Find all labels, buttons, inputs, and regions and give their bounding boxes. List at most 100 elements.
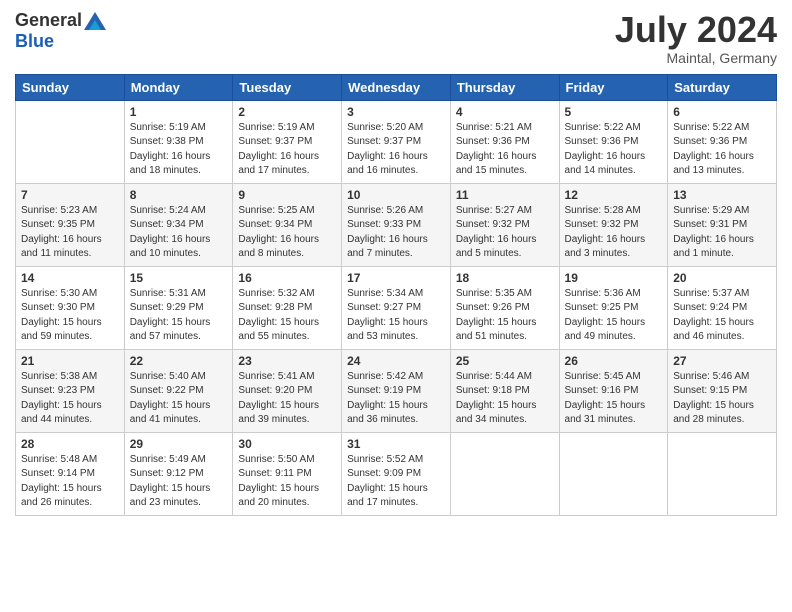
table-row: 6 Sunrise: 5:22 AM Sunset: 9:36 PM Daylig… — [668, 100, 777, 183]
col-saturday: Saturday — [668, 74, 777, 100]
table-row: 21 Sunrise: 5:38 AM Sunset: 9:23 PM Dayli… — [16, 349, 125, 432]
col-friday: Friday — [559, 74, 668, 100]
cell-content: Sunrise: 5:35 AM Sunset: 9:26 PM Dayligh… — [456, 287, 554, 345]
cell-content: Sunrise: 5:22 AM Sunset: 9:36 PM Dayligh… — [565, 121, 663, 179]
cell-content: Sunrise: 5:30 AM Sunset: 9:30 PM Dayligh… — [21, 287, 119, 345]
calendar-week-row: 21 Sunrise: 5:38 AM Sunset: 9:23 PM Dayli… — [16, 349, 777, 432]
day-number: 16 — [238, 271, 336, 285]
day-number: 24 — [347, 354, 445, 368]
day-number: 29 — [130, 437, 228, 451]
logo-blue-text: Blue — [15, 31, 54, 52]
cell-content: Sunrise: 5:46 AM Sunset: 9:15 PM Dayligh… — [673, 370, 771, 428]
day-number: 23 — [238, 354, 336, 368]
table-row: 23 Sunrise: 5:41 AM Sunset: 9:20 PM Dayli… — [233, 349, 342, 432]
cell-content: Sunrise: 5:45 AM Sunset: 9:16 PM Dayligh… — [565, 370, 663, 428]
table-row — [16, 100, 125, 183]
cell-content: Sunrise: 5:25 AM Sunset: 9:34 PM Dayligh… — [238, 204, 336, 262]
day-number: 25 — [456, 354, 554, 368]
table-row: 2 Sunrise: 5:19 AM Sunset: 9:37 PM Daylig… — [233, 100, 342, 183]
cell-content: Sunrise: 5:19 AM Sunset: 9:37 PM Dayligh… — [238, 121, 336, 179]
day-number: 26 — [565, 354, 663, 368]
table-row: 18 Sunrise: 5:35 AM Sunset: 9:26 PM Dayli… — [450, 266, 559, 349]
day-number: 9 — [238, 188, 336, 202]
day-number: 30 — [238, 437, 336, 451]
cell-content: Sunrise: 5:31 AM Sunset: 9:29 PM Dayligh… — [130, 287, 228, 345]
cell-content: Sunrise: 5:50 AM Sunset: 9:11 PM Dayligh… — [238, 453, 336, 511]
cell-content: Sunrise: 5:21 AM Sunset: 9:36 PM Dayligh… — [456, 121, 554, 179]
title-area: July 2024 Maintal, Germany — [615, 10, 777, 66]
cell-content: Sunrise: 5:26 AM Sunset: 9:33 PM Dayligh… — [347, 204, 445, 262]
table-row: 5 Sunrise: 5:22 AM Sunset: 9:36 PM Daylig… — [559, 100, 668, 183]
table-row: 9 Sunrise: 5:25 AM Sunset: 9:34 PM Daylig… — [233, 183, 342, 266]
cell-content: Sunrise: 5:41 AM Sunset: 9:20 PM Dayligh… — [238, 370, 336, 428]
day-number: 2 — [238, 105, 336, 119]
day-number: 4 — [456, 105, 554, 119]
day-number: 13 — [673, 188, 771, 202]
cell-content: Sunrise: 5:40 AM Sunset: 9:22 PM Dayligh… — [130, 370, 228, 428]
logo-icon — [84, 12, 106, 30]
day-number: 21 — [21, 354, 119, 368]
day-number: 28 — [21, 437, 119, 451]
table-row: 8Sunrise: 5:24 AM Sunset: 9:34 PM Daylig… — [124, 183, 233, 266]
cell-content: Sunrise: 5:44 AM Sunset: 9:18 PM Dayligh… — [456, 370, 554, 428]
day-number: 14 — [21, 271, 119, 285]
day-number: 5 — [565, 105, 663, 119]
col-tuesday: Tuesday — [233, 74, 342, 100]
table-row: 27Sunrise: 5:46 AM Sunset: 9:15 PM Dayli… — [668, 349, 777, 432]
table-row: 22Sunrise: 5:40 AM Sunset: 9:22 PM Dayli… — [124, 349, 233, 432]
cell-content: Sunrise: 5:34 AM Sunset: 9:27 PM Dayligh… — [347, 287, 445, 345]
table-row: 25 Sunrise: 5:44 AM Sunset: 9:18 PM Dayli… — [450, 349, 559, 432]
table-row: 26 Sunrise: 5:45 AM Sunset: 9:16 PM Dayli… — [559, 349, 668, 432]
col-monday: Monday — [124, 74, 233, 100]
cell-content: Sunrise: 5:48 AM Sunset: 9:14 PM Dayligh… — [21, 453, 119, 511]
day-number: 17 — [347, 271, 445, 285]
table-row: 3Sunrise: 5:20 AM Sunset: 9:37 PM Daylig… — [342, 100, 451, 183]
col-thursday: Thursday — [450, 74, 559, 100]
day-number: 20 — [673, 271, 771, 285]
table-row: 12Sunrise: 5:28 AM Sunset: 9:32 PM Dayli… — [559, 183, 668, 266]
table-row: 20 Sunrise: 5:37 AM Sunset: 9:24 PM Dayli… — [668, 266, 777, 349]
col-sunday: Sunday — [16, 74, 125, 100]
table-row — [668, 432, 777, 515]
day-number: 8 — [130, 188, 228, 202]
table-row: 29 Sunrise: 5:49 AM Sunset: 9:12 PM Dayli… — [124, 432, 233, 515]
cell-content: Sunrise: 5:49 AM Sunset: 9:12 PM Dayligh… — [130, 453, 228, 511]
table-row: 7Sunrise: 5:23 AM Sunset: 9:35 PM Daylig… — [16, 183, 125, 266]
table-row: 10 Sunrise: 5:26 AM Sunset: 9:33 PM Dayli… — [342, 183, 451, 266]
day-number: 7 — [21, 188, 119, 202]
table-row: 15 Sunrise: 5:31 AM Sunset: 9:29 PM Dayli… — [124, 266, 233, 349]
cell-content: Sunrise: 5:32 AM Sunset: 9:28 PM Dayligh… — [238, 287, 336, 345]
calendar-week-row: 14 Sunrise: 5:30 AM Sunset: 9:30 PM Dayli… — [16, 266, 777, 349]
col-wednesday: Wednesday — [342, 74, 451, 100]
cell-content: Sunrise: 5:22 AM Sunset: 9:36 PM Dayligh… — [673, 121, 771, 179]
table-row: 14 Sunrise: 5:30 AM Sunset: 9:30 PM Dayli… — [16, 266, 125, 349]
cell-content: Sunrise: 5:27 AM Sunset: 9:32 PM Dayligh… — [456, 204, 554, 262]
location: Maintal, Germany — [615, 50, 777, 66]
table-row: 16 Sunrise: 5:32 AM Sunset: 9:28 PM Dayli… — [233, 266, 342, 349]
day-number: 15 — [130, 271, 228, 285]
day-number: 10 — [347, 188, 445, 202]
table-row — [559, 432, 668, 515]
day-number: 1 — [130, 105, 228, 119]
day-number: 18 — [456, 271, 554, 285]
table-row: 11Sunrise: 5:27 AM Sunset: 9:32 PM Dayli… — [450, 183, 559, 266]
cell-content: Sunrise: 5:20 AM Sunset: 9:37 PM Dayligh… — [347, 121, 445, 179]
table-row: 19 Sunrise: 5:36 AM Sunset: 9:25 PM Dayli… — [559, 266, 668, 349]
calendar-week-row: 28 Sunrise: 5:48 AM Sunset: 9:14 PM Dayli… — [16, 432, 777, 515]
day-number: 12 — [565, 188, 663, 202]
table-row: 31 Sunrise: 5:52 AM Sunset: 9:09 PM Dayli… — [342, 432, 451, 515]
table-row: 4 Sunrise: 5:21 AM Sunset: 9:36 PM Daylig… — [450, 100, 559, 183]
day-number: 19 — [565, 271, 663, 285]
month-year: July 2024 — [615, 10, 777, 50]
cell-content: Sunrise: 5:37 AM Sunset: 9:24 PM Dayligh… — [673, 287, 771, 345]
table-row: 1Sunrise: 5:19 AM Sunset: 9:38 PM Daylig… — [124, 100, 233, 183]
header: General Blue July 2024 Maintal, Germany — [15, 10, 777, 66]
cell-content: Sunrise: 5:36 AM Sunset: 9:25 PM Dayligh… — [565, 287, 663, 345]
day-number: 6 — [673, 105, 771, 119]
cell-content: Sunrise: 5:38 AM Sunset: 9:23 PM Dayligh… — [21, 370, 119, 428]
logo: General Blue — [15, 10, 106, 52]
cell-content: Sunrise: 5:52 AM Sunset: 9:09 PM Dayligh… — [347, 453, 445, 511]
calendar-week-row: 1Sunrise: 5:19 AM Sunset: 9:38 PM Daylig… — [16, 100, 777, 183]
table-row: 28 Sunrise: 5:48 AM Sunset: 9:14 PM Dayli… — [16, 432, 125, 515]
day-number: 31 — [347, 437, 445, 451]
